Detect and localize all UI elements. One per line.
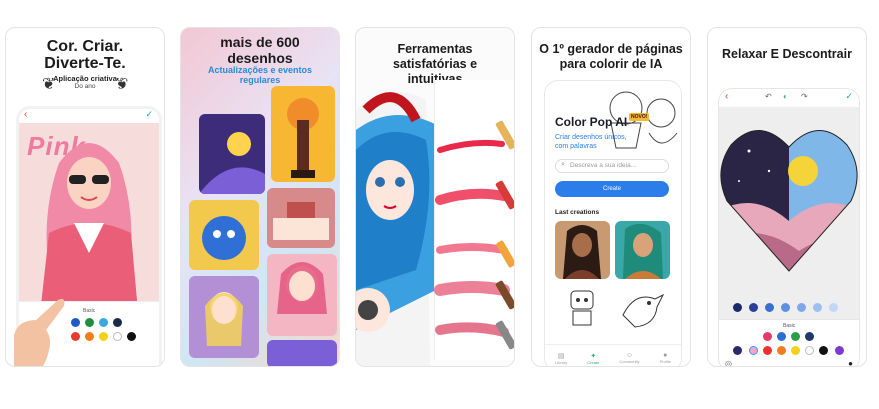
nav-item-create[interactable]: ✦ Create	[587, 352, 599, 365]
bottom-nav: ▤ Library ✦ Create ☺ Community ● Profile	[545, 344, 681, 366]
artwork-tile[interactable]	[189, 276, 259, 358]
color-swatch[interactable]	[85, 318, 94, 327]
card5-caption: Relaxar E Descontrair	[722, 47, 852, 61]
artwork-tile[interactable]	[267, 254, 337, 336]
creation-thumbnail[interactable]	[555, 221, 610, 279]
color-swatch[interactable]	[99, 318, 108, 327]
last-creations-title: Last creations	[555, 209, 600, 216]
settings-icon[interactable]: ◎	[725, 359, 732, 366]
phone-frame: ‹ ↶ ◐ ↷ ✓ Basic ◎ ●	[718, 88, 860, 366]
phone-frame: Color Pop AI NOVO! Criar desenhos únicos…	[544, 80, 682, 366]
color-swatch[interactable]	[127, 332, 136, 341]
color-swatch[interactable]	[71, 318, 80, 327]
profile-icon: ●	[663, 352, 668, 359]
color-swatch[interactable]	[749, 303, 758, 312]
phone-top-bar: ‹ ↶ ◐ ↷ ✓	[719, 89, 859, 107]
color-swatch[interactable]	[733, 346, 742, 355]
color-swatch[interactable]	[777, 332, 786, 341]
screenshot-card-3[interactable]: Ferramentas satisfatórias e intuitivas	[355, 27, 515, 367]
color-swatch[interactable]	[733, 303, 742, 312]
laurel-left-icon: ❦	[42, 76, 56, 93]
heart-landscape-illustration	[720, 130, 858, 272]
library-icon: ▤	[557, 352, 565, 360]
phone-top-bar: ‹ ✓	[19, 109, 159, 123]
back-icon[interactable]: ‹	[24, 109, 27, 120]
nav-label: Profile	[659, 359, 671, 364]
card2-caption: mais de 600 desenhos	[220, 34, 300, 66]
color-swatch[interactable]	[805, 332, 814, 341]
nav-label: Community	[619, 359, 640, 364]
undo-icon[interactable]: ↶	[765, 92, 772, 101]
palette-icon[interactable]: ◐	[783, 92, 788, 101]
color-swatch[interactable]	[819, 346, 828, 355]
color-swatch[interactable]	[763, 332, 772, 341]
brush-strokes	[434, 120, 514, 350]
recent-colors-row	[719, 301, 859, 315]
new-badge: NOVO!	[629, 113, 650, 121]
nav-item-library[interactable]: ▤ Library	[555, 352, 567, 365]
app-title: Color Pop AI	[555, 115, 628, 129]
community-icon: ☺	[625, 352, 634, 359]
prompt-placeholder: Descreva a sua ideia...	[570, 162, 637, 169]
palette-label: Basic	[83, 308, 96, 314]
artwork-tile[interactable]	[189, 200, 259, 270]
color-swatch[interactable]	[805, 346, 814, 355]
card2-subcaption: Actualizações e eventos regulares	[207, 65, 313, 85]
color-swatch[interactable]	[835, 346, 844, 355]
color-swatch[interactable]	[777, 346, 786, 355]
nav-label: Library	[555, 359, 568, 365]
check-icon[interactable]: ✓	[145, 109, 153, 120]
color-swatch[interactable]	[765, 303, 774, 312]
create-icon: ✦	[590, 352, 597, 360]
artwork-tile[interactable]	[267, 188, 335, 248]
color-swatch[interactable]	[113, 318, 122, 327]
laurel-right-icon: ❦	[114, 76, 128, 93]
screenshot-card-4[interactable]: O 1º gerador de páginas para colorir de …	[531, 27, 691, 367]
color-swatch[interactable]	[791, 346, 800, 355]
back-icon[interactable]: ‹	[725, 91, 728, 102]
color-swatch[interactable]	[71, 332, 80, 341]
color-swatch[interactable]	[113, 332, 122, 341]
app-subtitle: Criar desenhos únicos, com palavras	[555, 134, 627, 150]
artwork-tile[interactable]	[271, 86, 335, 182]
creation-thumbnail[interactable]	[615, 221, 670, 279]
finger-illustration	[14, 298, 65, 366]
nav-item-community[interactable]: ☺ Community	[619, 352, 639, 364]
color-swatch[interactable]	[749, 346, 758, 355]
creation-thumbnail[interactable]	[555, 285, 610, 335]
award-badge: ❦ Aplicação criativa Do ano ❦	[6, 74, 164, 93]
artwork-tile[interactable]	[267, 340, 337, 366]
nav-item-profile[interactable]: ● Profile	[660, 352, 671, 364]
screenshot-card-2[interactable]: mais de 600 desenhos Actualizações e eve…	[180, 27, 340, 367]
color-swatch[interactable]	[797, 303, 806, 312]
card4-caption: O 1º gerador de páginas para colorir de …	[539, 42, 683, 71]
color-swatch[interactable]	[813, 303, 822, 312]
screenshot-card-1[interactable]: Cor. Criar. Diverte-Te. ❦ Aplicação cria…	[5, 27, 165, 367]
palette-label: Basic	[783, 323, 796, 329]
brush-icon[interactable]: ●	[848, 359, 853, 366]
award-title: Aplicação criativa	[53, 74, 117, 83]
nav-label: Create	[587, 359, 600, 365]
redo-icon[interactable]: ↷	[801, 92, 808, 101]
color-swatch[interactable]	[763, 346, 772, 355]
color-palette-panel: Basic ◎ ●	[719, 319, 859, 366]
color-swatch[interactable]	[85, 332, 94, 341]
award-subtitle: Do ano	[74, 83, 96, 90]
creation-thumbnail[interactable]	[615, 285, 670, 335]
artwork-tile[interactable]	[199, 114, 265, 194]
search-icon: ⌕	[561, 161, 565, 168]
color-swatch[interactable]	[781, 303, 790, 312]
screenshot-card-5[interactable]: Relaxar E Descontrair ‹ ↶ ◐ ↷ ✓ Basic ◎ …	[707, 27, 867, 367]
color-swatch[interactable]	[99, 332, 108, 341]
check-icon[interactable]: ✓	[845, 91, 853, 102]
create-button[interactable]: Create	[555, 181, 669, 197]
card1-caption: Cor. Criar. Diverte-Te.	[44, 38, 126, 72]
color-swatch[interactable]	[791, 332, 800, 341]
prompt-input[interactable]: ⌕ Descreva a sua ideia...	[555, 159, 669, 173]
color-swatch[interactable]	[829, 303, 838, 312]
